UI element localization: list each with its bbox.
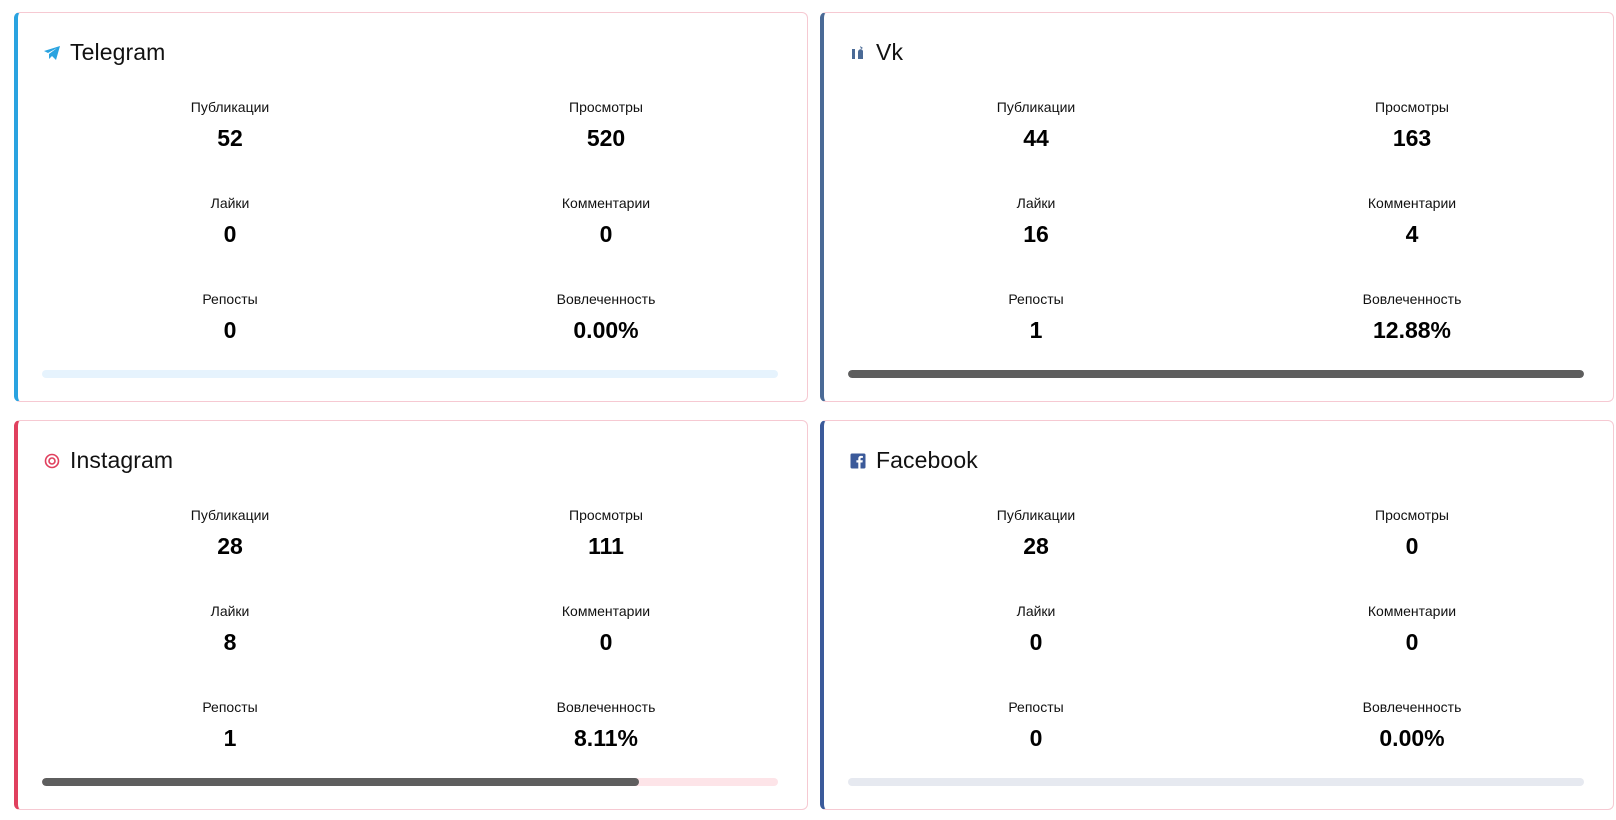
stat-value: 520 bbox=[586, 125, 626, 151]
stat-label: Лайки bbox=[1016, 195, 1056, 211]
stat-label: Комментарии bbox=[1367, 195, 1457, 211]
card-vk: Vk Публикации 44 Просмотры 163 Лайки 16 Ком… bbox=[820, 12, 1614, 402]
stat-label: Просмотры bbox=[1375, 99, 1449, 115]
stat-label: Вовлеченность bbox=[1362, 291, 1462, 307]
stat-label: Комментарии bbox=[561, 603, 651, 619]
stat-label: Комментарии bbox=[1367, 603, 1457, 619]
stat-value: 0 bbox=[599, 629, 613, 655]
card-title: Telegram bbox=[70, 39, 166, 65]
stat-likes: Лайки 8 bbox=[42, 601, 418, 697]
stats-grid: Публикации 52 Просмотры 520 Лайки 0 Коммент… bbox=[42, 97, 794, 385]
stat-value: 0 bbox=[1405, 629, 1419, 655]
stat-label: Комментарии bbox=[561, 195, 651, 211]
stat-value: 0 bbox=[1029, 725, 1043, 751]
stat-comments: Комментарии 4 bbox=[1224, 193, 1600, 289]
card-telegram: Telegram Публикации 52 Просмотры 520 Лайки… bbox=[14, 12, 808, 402]
stat-label: Публикации bbox=[996, 99, 1076, 115]
stat-label: Публикации bbox=[996, 507, 1076, 523]
stat-value: 163 bbox=[1392, 125, 1432, 151]
engagement-progress-fill bbox=[848, 370, 1584, 378]
engagement-progress-bar bbox=[848, 370, 1584, 378]
card-instagram: Instagram Публикации 28 Просмотры 111 Лайк… bbox=[14, 420, 808, 810]
card-header: Facebook bbox=[848, 447, 978, 474]
stat-value: 28 bbox=[1023, 533, 1049, 559]
engagement-progress-bar bbox=[848, 778, 1584, 786]
telegram-icon bbox=[42, 43, 62, 63]
card-title: Vk bbox=[876, 39, 904, 65]
card-header: Instagram bbox=[42, 447, 173, 474]
stat-label: Просмотры bbox=[569, 99, 643, 115]
stat-label: Просмотры bbox=[569, 507, 643, 523]
card-title: Instagram bbox=[70, 447, 174, 473]
stat-label: Лайки bbox=[210, 195, 250, 211]
stat-label: Публикации bbox=[190, 99, 270, 115]
engagement-progress-bar bbox=[42, 778, 778, 786]
stat-value: 0 bbox=[223, 317, 237, 343]
stat-label: Публикации bbox=[190, 507, 270, 523]
stat-views: Просмотры 111 bbox=[418, 505, 794, 601]
card-facebook: Facebook Публикации 28 Просмотры 0 Лайки 0 … bbox=[820, 420, 1614, 810]
stat-likes: Лайки 0 bbox=[42, 193, 418, 289]
stat-label: Репосты bbox=[1008, 699, 1064, 715]
stat-value: 111 bbox=[588, 533, 624, 559]
stat-publications: Публикации 44 bbox=[848, 97, 1224, 193]
stat-label: Вовлеченность bbox=[556, 699, 656, 715]
stat-label: Лайки bbox=[1016, 603, 1056, 619]
stat-value: 0 bbox=[599, 221, 613, 247]
stat-value: 1 bbox=[1029, 317, 1043, 343]
stat-value: 0 bbox=[223, 221, 237, 247]
stat-value: 52 bbox=[217, 125, 243, 151]
vk-icon bbox=[848, 43, 868, 63]
stat-publications: Публикации 28 bbox=[42, 505, 418, 601]
engagement-progress-fill bbox=[42, 778, 639, 786]
stat-views: Просмотры 0 bbox=[1224, 505, 1600, 601]
stat-value: 0 bbox=[1405, 533, 1419, 559]
stat-views: Просмотры 163 bbox=[1224, 97, 1600, 193]
stat-label: Репосты bbox=[202, 291, 258, 307]
stat-comments: Комментарии 0 bbox=[1224, 601, 1600, 697]
stat-value: 8 bbox=[223, 629, 237, 655]
card-title: Facebook bbox=[876, 447, 978, 473]
stat-value: 0.00% bbox=[1379, 725, 1445, 751]
instagram-icon bbox=[42, 451, 62, 471]
stat-label: Лайки bbox=[210, 603, 250, 619]
card-header: Vk bbox=[848, 39, 903, 66]
stat-likes: Лайки 0 bbox=[848, 601, 1224, 697]
stat-label: Вовлеченность bbox=[1362, 699, 1462, 715]
stat-label: Репосты bbox=[1008, 291, 1064, 307]
stat-label: Просмотры bbox=[1375, 507, 1449, 523]
stat-value: 16 bbox=[1023, 221, 1049, 247]
stat-views: Просмотры 520 bbox=[418, 97, 794, 193]
stat-publications: Публикации 28 bbox=[848, 505, 1224, 601]
stat-label: Вовлеченность bbox=[556, 291, 656, 307]
stat-value: 4 bbox=[1405, 221, 1419, 247]
stat-comments: Комментарии 0 bbox=[418, 601, 794, 697]
stats-grid: Публикации 28 Просмотры 0 Лайки 0 Комментар… bbox=[848, 505, 1600, 793]
card-header: Telegram bbox=[42, 39, 165, 66]
stat-value: 1 bbox=[223, 725, 237, 751]
stat-comments: Комментарии 0 bbox=[418, 193, 794, 289]
stats-grid: Публикации 28 Просмотры 111 Лайки 8 Коммент… bbox=[42, 505, 794, 793]
stat-value: 8.11% bbox=[574, 725, 638, 751]
stat-likes: Лайки 16 bbox=[848, 193, 1224, 289]
stat-label: Репосты bbox=[202, 699, 258, 715]
stat-value: 0.00% bbox=[573, 317, 639, 343]
stat-value: 44 bbox=[1023, 125, 1049, 151]
stats-grid: Публикации 44 Просмотры 163 Лайки 16 Коммен… bbox=[848, 97, 1600, 385]
engagement-progress-bar bbox=[42, 370, 778, 378]
stat-value: 12.88% bbox=[1372, 317, 1451, 343]
social-stats-grid: Telegram Публикации 52 Просмотры 520 Лайки… bbox=[0, 0, 1616, 820]
stat-publications: Публикации 52 bbox=[42, 97, 418, 193]
stat-value: 0 bbox=[1029, 629, 1043, 655]
stat-value: 28 bbox=[217, 533, 243, 559]
facebook-icon bbox=[848, 451, 868, 471]
